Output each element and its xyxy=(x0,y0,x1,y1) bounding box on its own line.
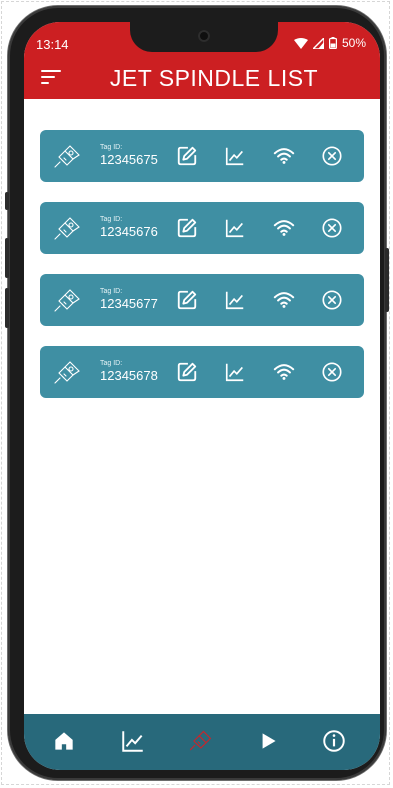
info-icon[interactable] xyxy=(321,728,347,754)
line-chart-icon[interactable] xyxy=(224,361,246,383)
menu-button[interactable] xyxy=(41,70,61,86)
home-icon[interactable] xyxy=(51,728,77,754)
wifi-icon[interactable] xyxy=(273,145,295,167)
spindle-icon xyxy=(54,289,80,312)
spindle-icon xyxy=(54,145,80,168)
camera-lens xyxy=(198,30,210,42)
line-chart-icon[interactable] xyxy=(224,289,246,311)
spindle-icon xyxy=(54,361,80,384)
spindle-card[interactable]: Tag ID: 12345678 xyxy=(40,346,364,398)
edit-icon[interactable] xyxy=(176,289,198,311)
spindle-list: Tag ID: 12345675 Tag ID: 12345676 Tag ID… xyxy=(40,130,364,418)
side-button xyxy=(5,192,9,210)
page-title: JET SPINDLE LIST xyxy=(109,65,319,91)
app-screen: 13:14 50% JET SPINDLE LIST Tag ID: 12345… xyxy=(24,22,380,770)
spindle-icon xyxy=(54,217,80,240)
app-header: 13:14 50% JET SPINDLE LIST xyxy=(24,22,380,99)
volume-up-button xyxy=(5,238,9,278)
power-button xyxy=(385,248,389,312)
wifi-icon[interactable] xyxy=(273,361,295,383)
play-icon[interactable] xyxy=(255,728,281,754)
wifi-icon[interactable] xyxy=(273,217,295,239)
battery-icon xyxy=(328,37,337,49)
signal-icon xyxy=(312,37,324,49)
spindle-card[interactable]: Tag ID: 12345677 xyxy=(40,274,364,326)
tag-id-label: Tag ID: xyxy=(100,288,123,295)
bottom-navigation xyxy=(24,714,380,770)
close-circle-icon[interactable] xyxy=(321,217,343,239)
tag-id-value: 12345678 xyxy=(100,368,158,383)
tag-id-label: Tag ID: xyxy=(100,144,123,151)
close-circle-icon[interactable] xyxy=(321,361,343,383)
battery-level: 50% xyxy=(341,36,366,50)
line-chart-icon[interactable] xyxy=(224,145,246,167)
line-chart-icon[interactable] xyxy=(224,217,246,239)
volume-down-button xyxy=(5,288,9,328)
tag-id-label: Tag ID: xyxy=(100,216,123,223)
status-time: 13:14 xyxy=(36,37,69,52)
close-circle-icon[interactable] xyxy=(321,289,343,311)
spindle-card[interactable]: Tag ID: 12345676 xyxy=(40,202,364,254)
line-chart-icon[interactable] xyxy=(120,728,146,754)
close-circle-icon[interactable] xyxy=(321,145,343,167)
wifi-status-icon xyxy=(293,37,308,49)
edit-icon[interactable] xyxy=(176,361,198,383)
spindle-icon[interactable] xyxy=(187,728,213,754)
camera-notch xyxy=(130,22,278,52)
tag-id-label: Tag ID: xyxy=(100,360,123,367)
tag-id-value: 12345676 xyxy=(100,224,158,239)
tag-id-value: 12345675 xyxy=(100,152,158,167)
edit-icon[interactable] xyxy=(176,145,198,167)
tag-id-value: 12345677 xyxy=(100,296,158,311)
edit-icon[interactable] xyxy=(176,217,198,239)
wifi-icon[interactable] xyxy=(273,289,295,311)
status-icons: 50% xyxy=(293,36,366,50)
spindle-card[interactable]: Tag ID: 12345675 xyxy=(40,130,364,182)
